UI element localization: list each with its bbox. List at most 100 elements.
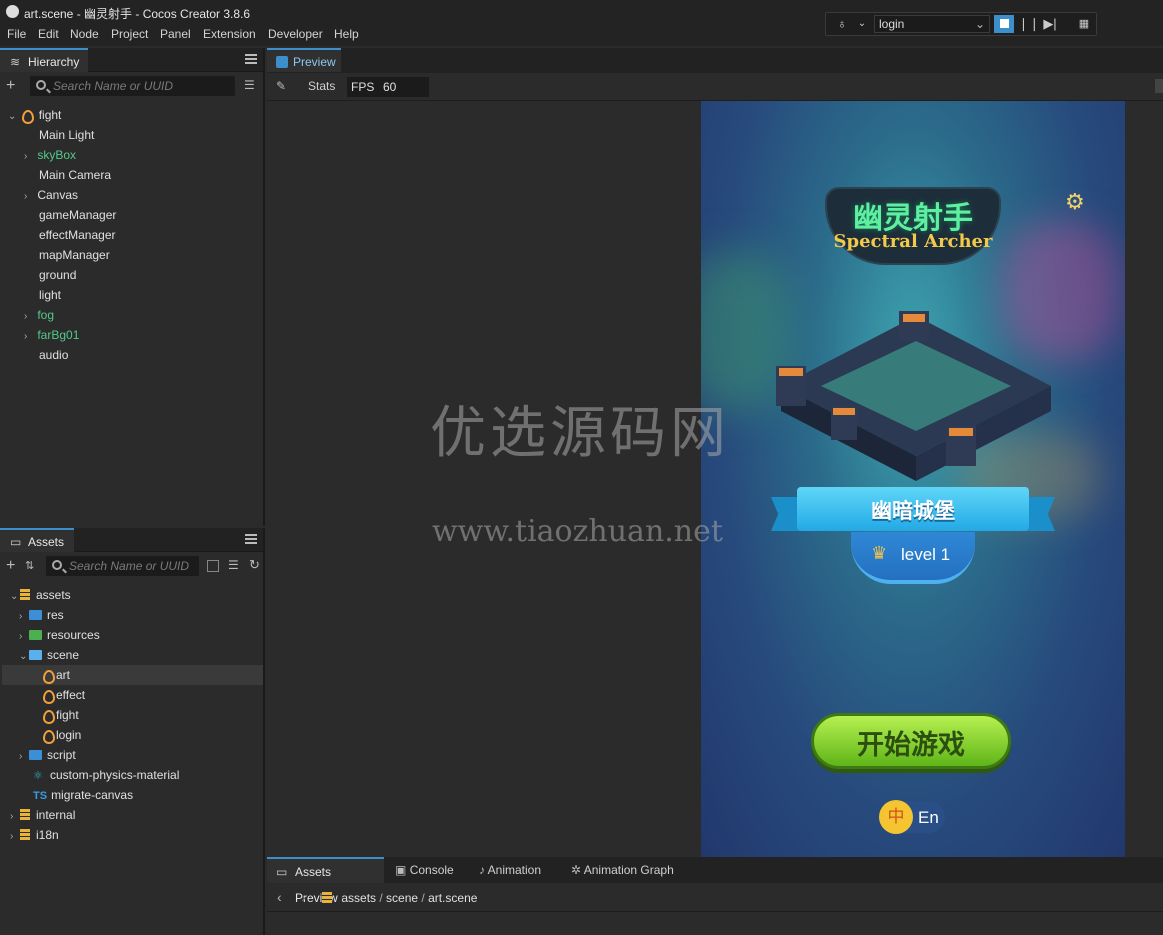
asset-scene-effect[interactable]: effect	[42, 685, 85, 705]
tab-hierarchy[interactable]: ≋ Hierarchy	[0, 48, 88, 72]
scene-select[interactable]: login ⌄	[874, 15, 990, 33]
typescript-icon: TS	[33, 790, 48, 802]
lang-cn-option[interactable]: 中	[879, 800, 913, 834]
scene-icon	[42, 709, 55, 724]
fps-field[interactable]: FPS 60	[347, 77, 429, 97]
breadcrumb: assets / scene / art.scene	[322, 891, 477, 905]
tower-roof	[903, 314, 925, 322]
run-controls: ♁ ⌄ login ⌄ ❘❘ ▶| ▦	[825, 12, 1097, 36]
asset-db-assets[interactable]: ⌄ assets	[10, 585, 71, 605]
asset-folder-resources[interactable]: › resources	[19, 625, 100, 645]
tree-node-canvas[interactable]: › Canvas	[24, 185, 78, 205]
scene-icon	[42, 689, 55, 704]
stop-button[interactable]	[994, 15, 1014, 33]
crown-icon: ♛	[871, 543, 888, 563]
assets-menu-icon[interactable]	[245, 534, 257, 544]
sort-icon[interactable]: ⇅	[25, 559, 34, 572]
menu-project[interactable]: Project	[111, 27, 148, 41]
assets-search-placeholder: Search Name or UUID	[69, 559, 190, 573]
filter-checkbox[interactable]	[207, 560, 219, 572]
game-canvas[interactable]: 幽灵射手 Spectral Archer ⚙ 幽暗城堡 ♛ level 1 开始…	[701, 101, 1125, 857]
castle-name: 幽暗城堡	[871, 500, 955, 523]
edit-icon[interactable]: ✎	[276, 79, 286, 93]
asset-folder-scene[interactable]: ⌄ scene	[19, 645, 79, 665]
hierarchy-menu-icon[interactable]	[245, 54, 257, 64]
asset-folder-res[interactable]: › res	[19, 605, 64, 625]
tree-root-fight[interactable]: ⌄ fight	[8, 105, 61, 125]
list-icon[interactable]: ☰	[228, 558, 239, 572]
asset-folder-script[interactable]: › script	[19, 745, 76, 765]
tree-node-main-light[interactable]: Main Light	[39, 125, 94, 145]
assets-search-input[interactable]: Search Name or UUID	[46, 556, 199, 576]
tab-console[interactable]: ▣ Console	[395, 863, 454, 877]
stats-toggle[interactable]: Stats	[308, 79, 335, 93]
watermark-url: www.tiaozhuan.net	[432, 514, 723, 549]
menu-developer[interactable]: Developer	[268, 27, 323, 41]
asset-scene-fight[interactable]: fight	[42, 705, 79, 725]
back-arrow-icon[interactable]: ‹	[277, 889, 282, 905]
preview-options-button[interactable]	[1155, 79, 1163, 93]
pause-button[interactable]: ❘❘	[1018, 15, 1040, 33]
breadcrumb-item[interactable]: art.scene	[428, 891, 477, 905]
asset-migrate-canvas[interactable]: TS migrate-canvas	[33, 785, 133, 805]
tower-roof	[833, 408, 855, 415]
chevron-right-icon: ›	[19, 631, 23, 642]
tree-node-audio[interactable]: audio	[39, 345, 68, 365]
fps-label: FPS	[351, 80, 375, 94]
menu-edit[interactable]: Edit	[38, 27, 59, 41]
tree-node-skybox[interactable]: › skyBox	[24, 145, 76, 165]
asset-db-i18n[interactable]: › i18n	[10, 825, 59, 845]
qrcode-icon[interactable]: ▦	[1074, 15, 1094, 33]
chevron-right-icon: ›	[24, 311, 28, 322]
add-node-icon[interactable]: +	[6, 77, 15, 95]
menu-help[interactable]: Help	[334, 27, 359, 41]
menu-panel[interactable]: Panel	[160, 27, 191, 41]
tree-node-gamemanager[interactable]: gameManager	[39, 205, 116, 225]
asset-label: art	[56, 668, 71, 682]
tab-assets-preview[interactable]: ▭ Assets Preview	[267, 857, 384, 905]
breadcrumb-item[interactable]: scene	[386, 891, 418, 905]
hierarchy-search-input[interactable]: Search Name or UUID	[30, 76, 235, 96]
chevron-right-icon: ›	[24, 331, 28, 342]
asset-scene-art[interactable]: art	[2, 665, 263, 685]
sort-icon[interactable]: ☰	[244, 78, 255, 92]
breadcrumb-item[interactable]: assets	[341, 891, 376, 905]
tab-animation-graph[interactable]: ✲ Animation Graph	[571, 863, 674, 877]
preview-header: Preview ✎ Stats FPS 60	[267, 48, 1163, 101]
tab-preview[interactable]: Preview	[267, 48, 341, 72]
castle-illustration	[776, 311, 1051, 481]
tab-assets[interactable]: ▭ Assets	[0, 528, 74, 552]
language-toggle[interactable]: 中 En	[879, 800, 945, 834]
menu-extension[interactable]: Extension	[203, 27, 256, 41]
menu-file[interactable]: File	[7, 27, 26, 41]
tree-node-light[interactable]: light	[39, 285, 61, 305]
console-icon: ▣	[395, 863, 407, 877]
start-game-button[interactable]: 开始游戏	[811, 713, 1011, 769]
menu-node[interactable]: Node	[70, 27, 99, 41]
tree-node-farbg01[interactable]: › farBg01	[24, 325, 79, 345]
tab-label: Animation	[487, 863, 542, 877]
database-icon	[322, 892, 332, 903]
settings-gear-icon[interactable]: ⚙	[1065, 189, 1085, 215]
forward-arrow-icon[interactable]: ›	[301, 889, 306, 905]
add-asset-icon[interactable]: +	[6, 557, 15, 575]
asset-physics-material[interactable]: ⚛ custom-physics-material	[33, 765, 179, 785]
asset-db-internal[interactable]: › internal	[10, 805, 75, 825]
tree-node-main-camera[interactable]: Main Camera	[39, 165, 111, 185]
game-logo: 幽灵射手 Spectral Archer	[825, 187, 1001, 265]
asset-scene-login[interactable]: login	[42, 725, 81, 745]
tab-animation[interactable]: ♪ Animation	[479, 863, 541, 877]
asset-label: script	[47, 748, 76, 762]
tree-node-effectmanager[interactable]: effectManager	[39, 225, 116, 245]
lang-en-option[interactable]: En	[918, 808, 939, 828]
step-button[interactable]: ▶|	[1040, 15, 1060, 33]
tree-node-fog[interactable]: › fog	[24, 305, 54, 325]
platform-icon[interactable]: ♁	[832, 15, 852, 33]
tree-node-ground[interactable]: ground	[39, 265, 76, 285]
refresh-icon[interactable]: ↻	[249, 557, 260, 573]
tree-node-mapmanager[interactable]: mapManager	[39, 245, 110, 265]
preview-toolbar: ✎ Stats FPS 60	[267, 73, 1163, 101]
hierarchy-search-placeholder: Search Name or UUID	[53, 79, 174, 93]
platform-dropdown-icon[interactable]: ⌄	[852, 15, 872, 33]
asset-label: scene	[47, 648, 80, 662]
